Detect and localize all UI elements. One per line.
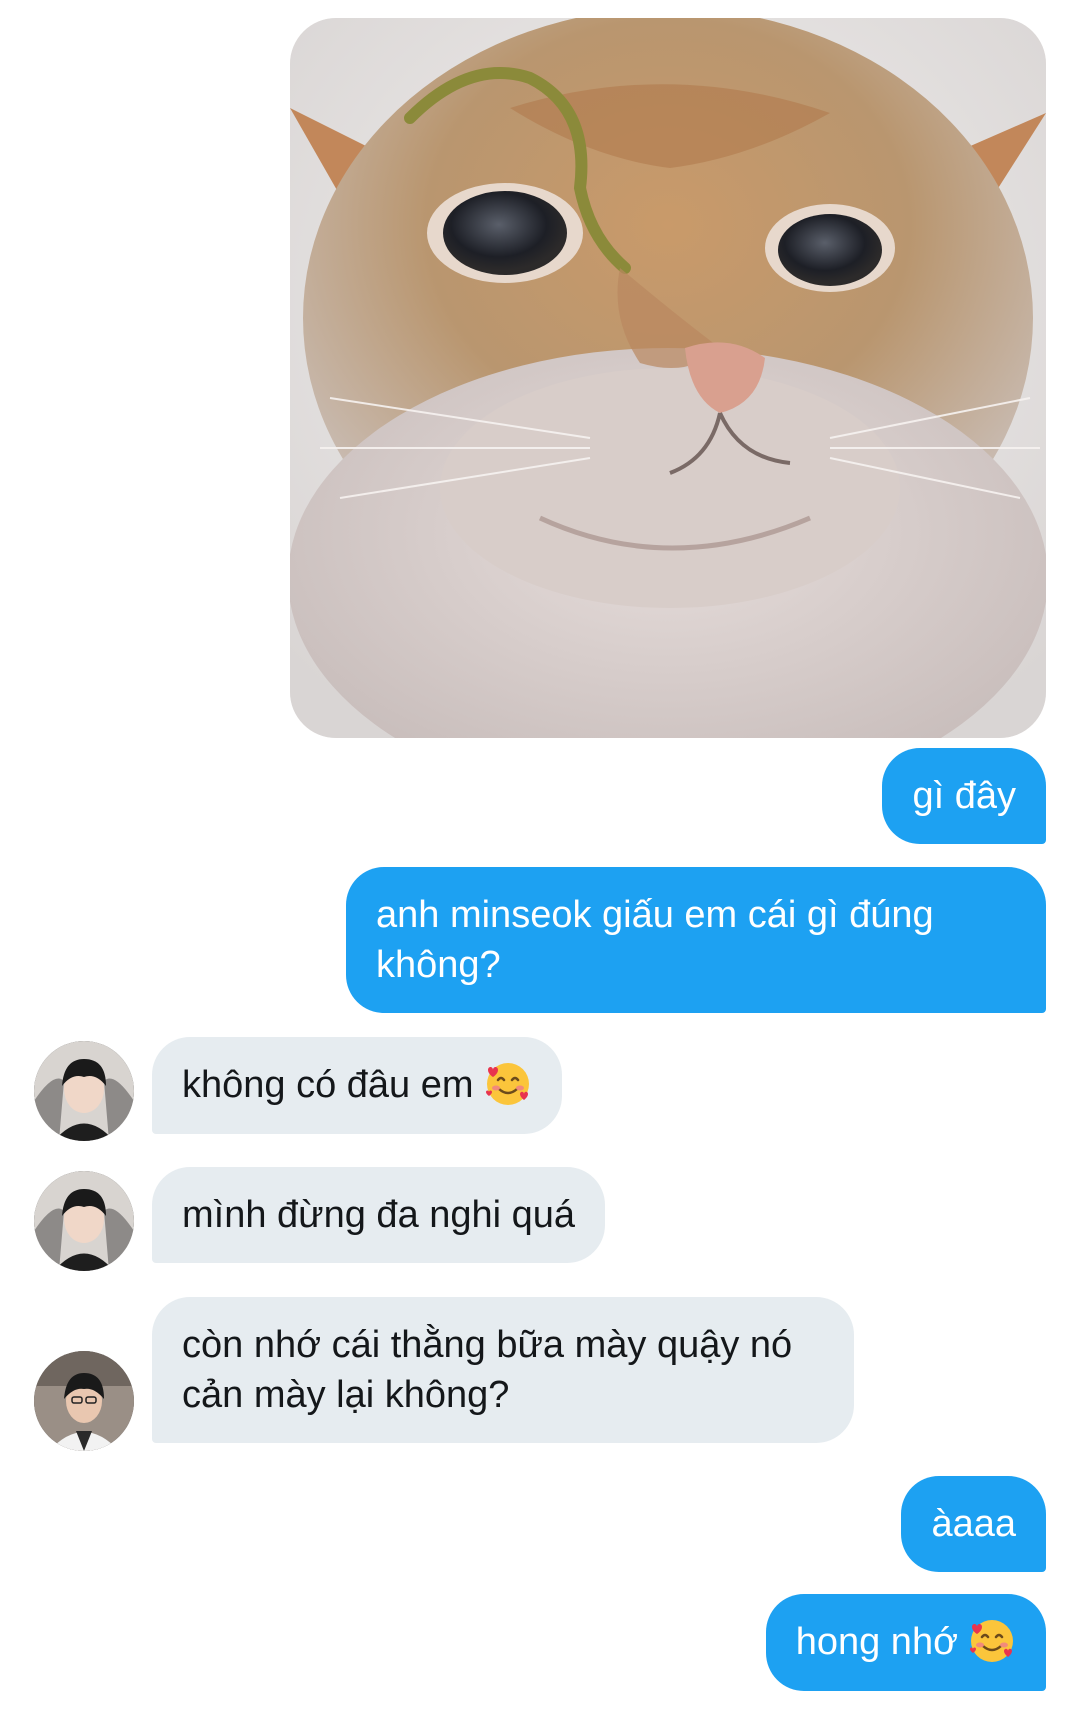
incoming-message[interactable]: còn nhớ cái thằng bữa mày quậy nó cản mà… [152, 1297, 854, 1443]
smiling-face-with-hearts-icon [484, 1060, 532, 1108]
message-text: mình đừng đa nghi quá [182, 1194, 576, 1236]
cat-photo-message[interactable] [290, 18, 1046, 738]
message-text: anh minseok giấu em cái gì đúng không? [376, 894, 934, 986]
smiling-face-with-hearts-icon [968, 1617, 1016, 1665]
cat-photo-image [290, 18, 1046, 738]
avatar-image [34, 1171, 134, 1271]
outgoing-message[interactable]: àaaa [901, 1476, 1046, 1572]
chat-thread: gì đây anh minseok giấu em cái gì đúng k… [0, 0, 1080, 1712]
avatar[interactable] [34, 1041, 134, 1141]
message-text: hong nhớ [795, 1621, 958, 1663]
outgoing-message[interactable]: anh minseok giấu em cái gì đúng không? [346, 867, 1046, 1013]
message-text: gì đây [912, 775, 1016, 817]
message-text: còn nhớ cái thằng bữa mày quậy nó cản mà… [182, 1324, 793, 1416]
avatar[interactable] [34, 1351, 134, 1451]
message-text: không có đâu em [182, 1064, 474, 1106]
incoming-message[interactable]: không có đâu em [152, 1037, 562, 1134]
avatar-image [34, 1351, 134, 1451]
message-text: àaaa [931, 1503, 1016, 1545]
incoming-message[interactable]: mình đừng đa nghi quá [152, 1167, 606, 1263]
avatar-image [34, 1041, 134, 1141]
outgoing-message[interactable]: gì đây [882, 748, 1046, 844]
avatar[interactable] [34, 1171, 134, 1271]
outgoing-message[interactable]: hong nhớ [765, 1594, 1046, 1691]
